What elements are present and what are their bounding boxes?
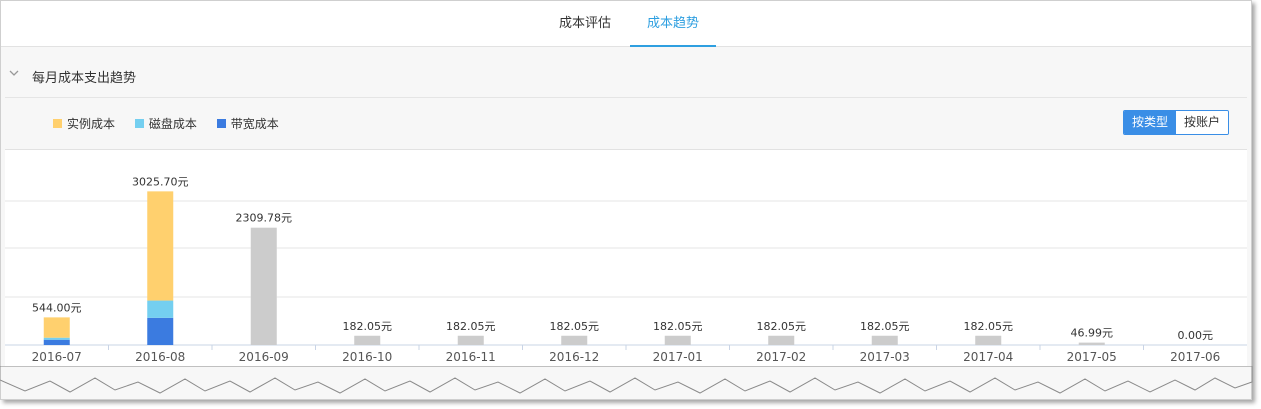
x-tick-label: 2017-03 bbox=[860, 350, 910, 364]
x-tick-label: 2017-05 bbox=[1067, 350, 1117, 364]
data-label: 182.05元 bbox=[653, 320, 703, 333]
data-label: 182.05元 bbox=[757, 320, 807, 333]
data-label: 544.00元 bbox=[32, 301, 82, 314]
section-header[interactable]: 每月成本支出趋势 bbox=[5, 57, 1247, 98]
bar-segment-bandwidth bbox=[147, 317, 174, 345]
bar-total bbox=[457, 335, 484, 345]
legend-swatch-disk bbox=[134, 119, 144, 128]
chart-area: 544.00元 2016-07 3025.70元 2016-08 2309.78元 201… bbox=[5, 149, 1247, 369]
data-label: 182.05元 bbox=[343, 320, 393, 333]
legend-swatch-instance bbox=[53, 119, 62, 128]
bar-total bbox=[975, 335, 1002, 345]
app-window: 成本评估 成本趋势 每月成本支出趋势 实例成本 磁盘成本 带宽成本 按类型 按账… bbox=[0, 0, 1252, 400]
x-tick-label: 2017-04 bbox=[963, 350, 1013, 364]
legend-item-disk[interactable]: 磁盘成本 bbox=[134, 115, 197, 132]
x-tick-label: 2016-09 bbox=[239, 350, 289, 364]
data-label: 182.05元 bbox=[964, 320, 1014, 333]
data-label: 182.05元 bbox=[446, 320, 496, 333]
x-tick-label: 2017-02 bbox=[756, 350, 806, 364]
bar-total bbox=[664, 335, 691, 345]
legend-label-bandwidth: 带宽成本 bbox=[230, 117, 279, 131]
chevron-down-icon[interactable] bbox=[9, 69, 19, 80]
bar-total bbox=[768, 335, 795, 345]
x-tick-label: 2016-11 bbox=[446, 350, 496, 364]
group-by-account-button[interactable]: 按账户 bbox=[1176, 111, 1229, 134]
bar-segment-bandwidth bbox=[43, 339, 70, 345]
legend-item-instance[interactable]: 实例成本 bbox=[53, 115, 115, 132]
bar-segment-instance bbox=[147, 191, 174, 301]
x-tick-label: 2016-10 bbox=[342, 350, 392, 364]
bar-segment-instance bbox=[43, 317, 70, 338]
bar-total bbox=[871, 335, 898, 345]
bar-total bbox=[250, 227, 277, 345]
bar-segment-disk bbox=[43, 337, 70, 340]
chart-legend: 实例成本 磁盘成本 带宽成本 bbox=[53, 115, 295, 133]
torn-paper-edge bbox=[0, 366, 1253, 394]
tab-cost-evaluation[interactable]: 成本评估 bbox=[541, 1, 629, 45]
tab-cost-trend[interactable]: 成本趋势 bbox=[630, 1, 716, 47]
data-label: 0.00元 bbox=[1178, 329, 1214, 342]
bar-total bbox=[561, 335, 588, 345]
x-tick-label: 2016-07 bbox=[32, 350, 82, 364]
data-label: 182.05元 bbox=[550, 320, 600, 333]
legend-label-disk: 磁盘成本 bbox=[148, 117, 197, 131]
data-label: 3025.70元 bbox=[132, 175, 189, 188]
data-label: 182.05元 bbox=[860, 320, 910, 333]
x-tick-label: 2017-06 bbox=[1170, 350, 1220, 364]
tab-bar: 成本评估 成本趋势 bbox=[1, 1, 1251, 47]
legend-label-instance: 实例成本 bbox=[67, 117, 116, 131]
cost-trend-chart: 544.00元 2016-07 3025.70元 2016-08 2309.78元 201… bbox=[5, 175, 1247, 364]
data-label: 2309.78元 bbox=[236, 212, 293, 225]
legend-swatch-bandwidth bbox=[216, 119, 226, 128]
group-by-type-button[interactable]: 按类型 bbox=[1124, 111, 1177, 134]
group-by-toggle: 按类型 按账户 bbox=[1123, 110, 1230, 135]
bar-total bbox=[354, 335, 381, 345]
x-tick-label: 2016-08 bbox=[135, 350, 185, 364]
section-title: 每月成本支出趋势 bbox=[32, 71, 137, 86]
legend-item-bandwidth[interactable]: 带宽成本 bbox=[216, 115, 279, 132]
bar-total bbox=[1078, 342, 1105, 345]
bar-segment-disk bbox=[147, 300, 174, 318]
x-tick-label: 2016-12 bbox=[549, 350, 599, 364]
data-label: 46.99元 bbox=[1071, 327, 1114, 340]
x-tick-label: 2017-01 bbox=[653, 350, 703, 364]
